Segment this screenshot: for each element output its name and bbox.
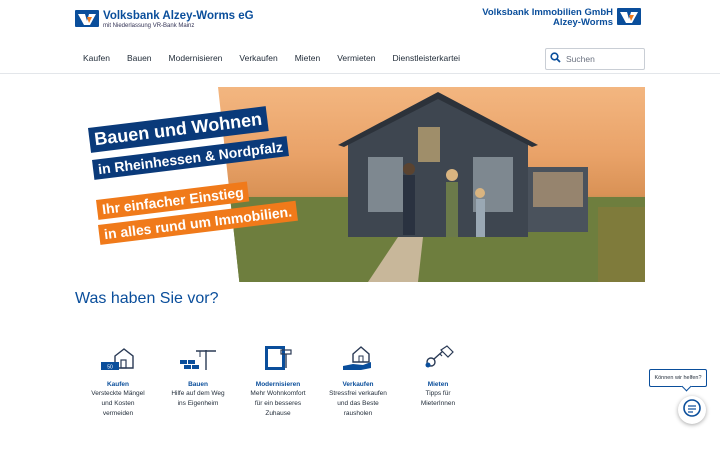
category-bauen[interactable]: Bauen Hilfe auf dem Weg ins Eigenheim: [158, 340, 238, 419]
category-verkaufen[interactable]: Verkaufen Stressfrei verkaufen und das B…: [318, 340, 398, 419]
category-desc: ins Eigenheim: [177, 400, 219, 407]
category-desc: Versteckte Mängel: [91, 390, 145, 397]
nav-item-dienstleisterkartei[interactable]: Dienstleisterkartei: [393, 53, 461, 63]
main-nav: Kaufen Bauen Modernisieren Verkaufen Mie…: [83, 53, 477, 63]
crane-bricks-icon: [158, 340, 238, 372]
category-title: Bauen: [188, 381, 208, 388]
category-kaufen[interactable]: 50 Kaufen Versteckte Mängel und Kosten v…: [78, 340, 158, 419]
category-title: Mieten: [427, 381, 449, 388]
category-desc: Hilfe auf dem Weg: [171, 390, 225, 397]
volksbank-logo-icon: [617, 8, 641, 25]
volksbank-logo-icon: [75, 10, 99, 27]
category-desc: und das Beste: [337, 400, 379, 407]
section-title: Was haben Sie vor?: [75, 290, 219, 307]
search-input[interactable]: [566, 54, 644, 64]
hand-house-icon: [318, 340, 398, 372]
category-desc: vermeiden: [102, 410, 134, 417]
category-title: Kaufen: [106, 381, 130, 388]
immobilien-brand-line2: Alzey-Worms: [552, 17, 613, 28]
nav-item-kaufen[interactable]: Kaufen: [83, 53, 110, 63]
search-box[interactable]: [545, 48, 645, 70]
nav-item-bauen[interactable]: Bauen: [127, 53, 152, 63]
category-desc: Tipps für: [425, 390, 451, 397]
chat-icon: [682, 398, 702, 423]
category-desc: für ein besseres: [254, 400, 302, 407]
category-title: Modernisieren: [255, 381, 301, 388]
nav-item-verkaufen[interactable]: Verkaufen: [239, 53, 277, 63]
category-desc: rausholen: [343, 410, 373, 417]
site-header: Volksbank Alzey-Worms eG mit Niederlassu…: [0, 0, 720, 74]
category-modernisieren[interactable]: Modernisieren Mehr Wohnkomfort für ein b…: [238, 340, 318, 419]
category-list: 50 Kaufen Versteckte Mängel und Kosten v…: [78, 340, 478, 419]
house-price-icon: 50: [78, 340, 158, 372]
paint-roller-icon: [238, 340, 318, 372]
nav-item-mieten[interactable]: Mieten: [295, 53, 321, 63]
chat-button[interactable]: [678, 396, 706, 424]
chat-prompt[interactable]: Können wir helfen?: [649, 369, 707, 387]
hero-image: [218, 87, 645, 282]
nav-item-modernisieren[interactable]: Modernisieren: [169, 53, 223, 63]
brand-subtitle: mit Niederlassung VR-Bank Mainz: [103, 23, 195, 29]
volksbank-logo[interactable]: Volksbank Alzey-Worms eG mit Niederlassu…: [75, 10, 254, 30]
category-desc: Mehr Wohnkomfort: [250, 390, 306, 397]
immobilien-logo[interactable]: Volksbank Immobilien GmbH Alzey-Worms: [482, 8, 645, 28]
svg-text:50: 50: [107, 365, 113, 371]
brand-name: Volksbank Alzey-Worms eG: [103, 10, 254, 22]
category-desc: MieterInnen: [420, 400, 456, 407]
key-tag-icon: [398, 340, 478, 372]
category-desc: und Kosten: [101, 400, 135, 407]
nav-item-vermieten[interactable]: Vermieten: [337, 53, 375, 63]
search-icon[interactable]: [550, 50, 561, 68]
category-desc: Zuhause: [265, 410, 291, 417]
category-mieten[interactable]: Mieten Tipps für MieterInnen: [398, 340, 478, 419]
category-desc: Stressfrei verkaufen: [329, 390, 387, 397]
category-title: Verkaufen: [342, 381, 374, 388]
